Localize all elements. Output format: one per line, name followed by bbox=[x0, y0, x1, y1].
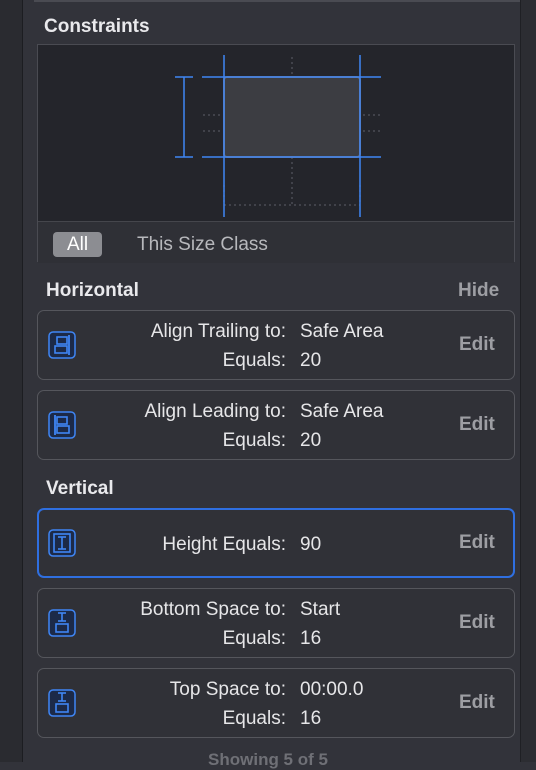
constraint-label: Height Equals: bbox=[162, 534, 286, 555]
constraint-label: Align Leading to: bbox=[144, 401, 286, 422]
edit-button[interactable]: Edit bbox=[459, 612, 495, 634]
constraint-row-bottom-space[interactable]: Bottom Space to: Start Equals: 16 Edit bbox=[37, 588, 515, 658]
align-trailing-icon bbox=[48, 331, 76, 359]
top-space-icon bbox=[48, 689, 76, 717]
constraint-row-align-trailing[interactable]: Align Trailing to: Safe Area Equals: 20 … bbox=[37, 310, 515, 380]
hide-button[interactable]: Hide bbox=[458, 280, 499, 302]
constraint-constant: 16 bbox=[300, 628, 322, 649]
vertical-heading: Vertical bbox=[46, 478, 114, 499]
constraint-row-align-leading[interactable]: Align Leading to: Safe Area Equals: 20 E… bbox=[37, 390, 515, 460]
height-icon bbox=[48, 529, 76, 557]
constraint-label: Top Space to: bbox=[169, 679, 286, 700]
constraint-row-height[interactable]: Height Equals: 90 Edit bbox=[37, 508, 515, 578]
align-leading-icon bbox=[48, 411, 76, 439]
segment-all[interactable]: All bbox=[53, 232, 103, 257]
constraint-target: 00:00.0 bbox=[300, 679, 364, 700]
constraint-constant: 20 bbox=[300, 430, 322, 451]
constraint-label: Equals: bbox=[222, 350, 286, 371]
constraint-label: Equals: bbox=[222, 708, 286, 729]
constraint-target: Safe Area bbox=[300, 321, 384, 342]
scrollbar-track[interactable] bbox=[520, 0, 536, 762]
size-class-segmented-control: All This Size Class bbox=[38, 221, 514, 263]
constraint-row-top-space[interactable]: Top Space to: 00:00.0 Equals: 16 Edit bbox=[37, 668, 515, 738]
constraint-label: Equals: bbox=[222, 430, 286, 451]
constraint-label: Bottom Space to: bbox=[140, 599, 286, 620]
horizontal-heading: Horizontal bbox=[46, 280, 139, 301]
constraint-constant: 20 bbox=[300, 350, 322, 371]
showing-count: Showing 5 of 5 bbox=[208, 750, 328, 769]
constraint-constant: 16 bbox=[300, 708, 322, 729]
constraints-title: Constraints bbox=[44, 16, 150, 37]
bottom-space-icon bbox=[48, 609, 76, 637]
constraint-label: Align Trailing to: bbox=[150, 321, 286, 342]
constraint-target: Start bbox=[300, 599, 341, 620]
edit-button[interactable]: Edit bbox=[459, 692, 495, 714]
view-rectangle bbox=[223, 76, 361, 158]
constraint-diagram bbox=[175, 55, 383, 217]
edit-button[interactable]: Edit bbox=[459, 334, 495, 356]
edit-button[interactable]: Edit bbox=[459, 414, 495, 436]
constraint-constant: 90 bbox=[300, 534, 322, 555]
top-separator bbox=[34, 0, 520, 2]
segment-this-size-class[interactable]: This Size Class bbox=[123, 232, 282, 257]
edit-button[interactable]: Edit bbox=[459, 532, 495, 554]
constraints-preview: All This Size Class bbox=[37, 44, 515, 263]
left-divider bbox=[0, 0, 23, 762]
constraint-target: Safe Area bbox=[300, 401, 384, 422]
constraint-label: Equals: bbox=[222, 628, 286, 649]
